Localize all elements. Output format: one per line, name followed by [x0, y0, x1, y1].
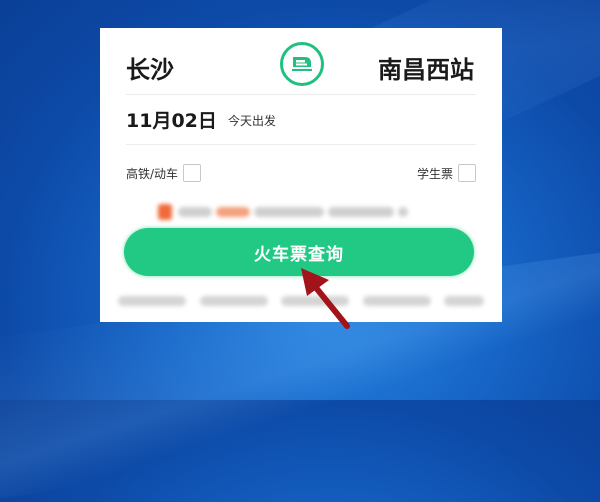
quick-link[interactable]: [199, 296, 268, 306]
notice-icon: [158, 204, 172, 220]
to-city[interactable]: 南昌西站: [378, 50, 474, 85]
from-city[interactable]: 长沙: [126, 50, 174, 85]
quick-link[interactable]: [444, 296, 484, 306]
student-ticket-checkbox[interactable]: [458, 164, 476, 182]
swap-stations-button[interactable]: [280, 42, 324, 86]
student-ticket-option[interactable]: 学生票: [417, 164, 476, 182]
departure-day-label: 今天出发: [228, 114, 277, 128]
high-speed-option[interactable]: 高铁/动车: [126, 164, 202, 182]
annotation-arrow-icon: [301, 268, 350, 329]
high-speed-label: 高铁/动车: [126, 166, 179, 181]
quick-link[interactable]: [118, 296, 186, 306]
divider: [126, 144, 476, 145]
blurred-notice: [158, 204, 412, 220]
student-ticket-label: 学生票: [416, 166, 453, 181]
divider: [126, 94, 476, 95]
departure-date[interactable]: 11月02日: [126, 106, 217, 133]
high-speed-checkbox[interactable]: [183, 164, 202, 182]
train-swap-icon: [292, 57, 312, 71]
quick-link[interactable]: [362, 296, 431, 306]
